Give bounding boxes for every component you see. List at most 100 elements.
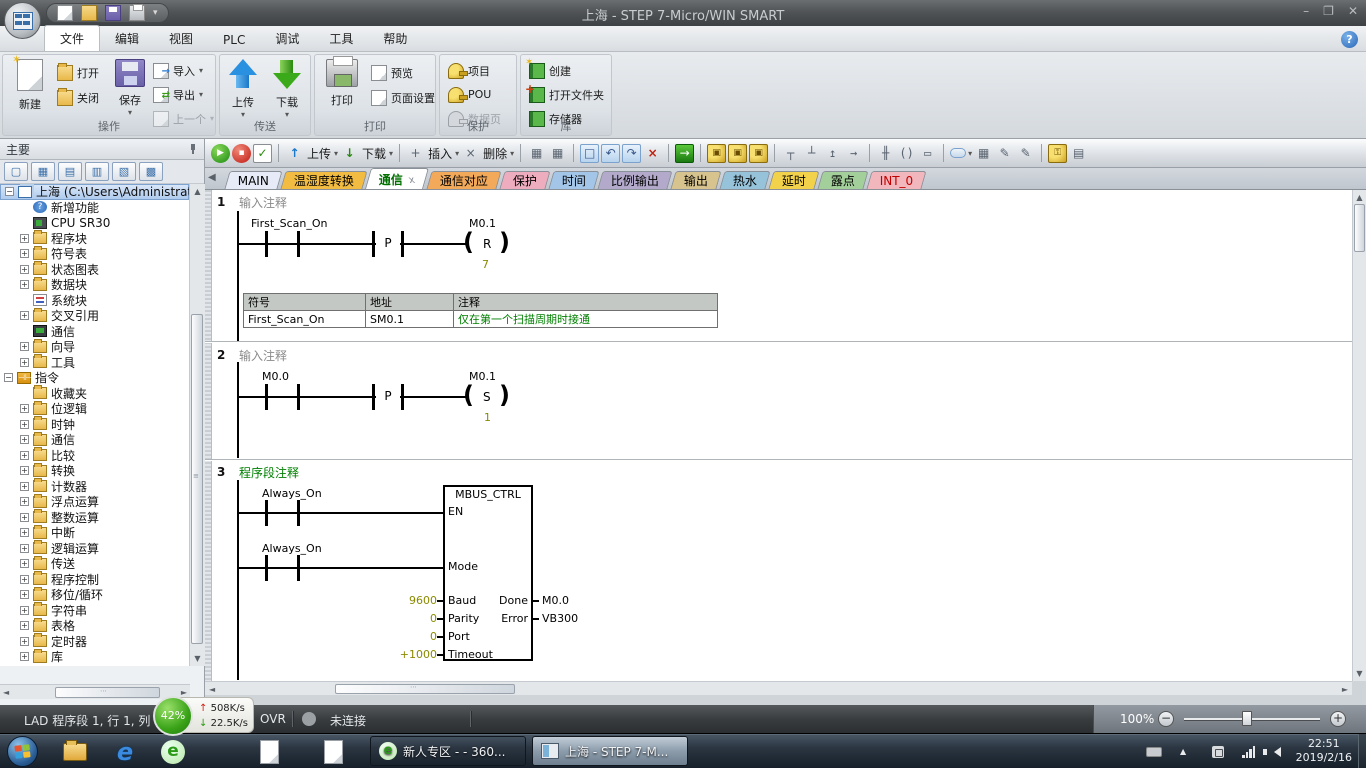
tree-item-label[interactable]: 转换 bbox=[51, 462, 75, 479]
restore-button[interactable]: ❐ bbox=[1323, 4, 1334, 18]
taskbar-window-step7[interactable]: 上海 - STEP 7-M... bbox=[532, 736, 688, 766]
tree-item-label[interactable]: 状态图表 bbox=[51, 261, 99, 278]
taskbar-clock[interactable]: 22:51 2019/2/16 bbox=[1296, 737, 1352, 765]
tree-item[interactable]: +比较 bbox=[0, 448, 189, 464]
symbol-cell[interactable]: First_Scan_On bbox=[244, 311, 366, 328]
program-status-off-icon[interactable]: ▦ bbox=[548, 144, 567, 163]
document-taskbar-icon[interactable] bbox=[320, 739, 346, 765]
expand-icon[interactable]: + bbox=[20, 280, 29, 289]
edit-comment-icon[interactable]: ✎ bbox=[995, 144, 1014, 163]
scroll-left-icon[interactable]: ◄ bbox=[3, 688, 9, 697]
edge-type[interactable]: P bbox=[376, 236, 400, 252]
data-block-view-icon[interactable]: ▥ bbox=[85, 162, 109, 181]
menu-tab-2[interactable]: 编辑 bbox=[100, 26, 154, 51]
app-menu-orb[interactable] bbox=[4, 2, 41, 39]
download-button-ribbon[interactable]: 下载 ▾ bbox=[264, 59, 310, 119]
editor-tab-时间[interactable]: 时间 bbox=[548, 171, 599, 189]
status-chart-view-icon[interactable]: ▤ bbox=[58, 162, 82, 181]
compile-icon[interactable]: ✓ bbox=[253, 144, 272, 163]
tray-network-icon[interactable] bbox=[1242, 734, 1255, 768]
tree-item[interactable]: + 转换 bbox=[0, 463, 189, 479]
save-icon[interactable] bbox=[105, 5, 121, 21]
editor-tab-通信对应[interactable]: 通信对应 bbox=[426, 171, 501, 189]
editor-vscroll-thumb[interactable] bbox=[1354, 204, 1365, 252]
expand-icon[interactable]: + bbox=[20, 528, 29, 537]
tree-item-label[interactable]: 符号表 bbox=[51, 245, 87, 262]
tree-item[interactable]: +位逻辑 bbox=[0, 401, 189, 417]
tree-item-label[interactable]: 表格 bbox=[51, 617, 75, 634]
tree-item[interactable]: 系统块 bbox=[0, 293, 189, 309]
customize-quick-access-icon[interactable]: ▾ bbox=[153, 8, 158, 18]
line-right-icon[interactable]: → bbox=[844, 144, 863, 163]
upload-icon[interactable]: ↑ bbox=[285, 144, 304, 163]
coil-operand[interactable]: 7 bbox=[482, 258, 489, 271]
import-button[interactable]: 导入▾ bbox=[153, 61, 203, 80]
upload-label[interactable]: 上传 bbox=[307, 145, 331, 162]
expand-icon[interactable]: + bbox=[20, 497, 29, 506]
editor-horizontal-scrollbar[interactable]: ◄ ► ⋯ bbox=[205, 681, 1352, 695]
library-open-folder-button[interactable]: 打开文件夹 bbox=[529, 85, 604, 104]
tree-item-label[interactable]: 指令 bbox=[35, 369, 59, 386]
library-create-button[interactable]: 创建 bbox=[529, 61, 571, 80]
expand-icon[interactable]: + bbox=[20, 234, 29, 243]
tree-item-label[interactable]: 数据块 bbox=[51, 276, 87, 293]
expand-icon[interactable]: + bbox=[20, 265, 29, 274]
address-cell[interactable]: SM0.1 bbox=[366, 311, 454, 328]
nav-forward-icon[interactable]: ↷ bbox=[622, 144, 641, 163]
expand-icon[interactable]: + bbox=[20, 544, 29, 553]
tree-vertical-scrollbar[interactable]: ▲ ▼ ≡ bbox=[190, 184, 205, 666]
zoom-slider-thumb[interactable] bbox=[1242, 711, 1252, 726]
coil-type[interactable]: R bbox=[483, 237, 491, 251]
tree-item-label[interactable]: 时钟 bbox=[51, 416, 75, 433]
expand-icon[interactable]: + bbox=[20, 466, 29, 475]
expand-icon[interactable]: + bbox=[20, 342, 29, 351]
protect-project-button[interactable]: 项目 bbox=[448, 61, 490, 80]
tree-item[interactable]: +符号表 bbox=[0, 246, 189, 262]
tree-item-label[interactable]: 程序块 bbox=[51, 230, 87, 247]
menu-tab-6[interactable]: 工具 bbox=[314, 26, 368, 51]
tree-item[interactable]: ?新增功能 bbox=[0, 200, 189, 216]
scroll-up-icon[interactable]: ▲ bbox=[1353, 193, 1366, 202]
menu-tab-1[interactable]: 文件 bbox=[44, 25, 100, 51]
new-button[interactable]: 新建 bbox=[7, 59, 53, 112]
expand-icon[interactable]: + bbox=[20, 420, 29, 429]
expand-icon[interactable]: + bbox=[20, 637, 29, 646]
explorer-taskbar-icon[interactable] bbox=[62, 739, 88, 765]
scroll-right-icon[interactable]: ► bbox=[181, 688, 187, 697]
expand-icon[interactable]: + bbox=[20, 435, 29, 444]
key-icon[interactable]: ⚿ bbox=[1048, 144, 1067, 163]
tree-item-label[interactable]: 交叉引用 bbox=[51, 307, 99, 324]
pin-icon[interactable] bbox=[188, 144, 198, 154]
scroll-down-icon[interactable]: ▼ bbox=[1353, 669, 1366, 678]
tree-item[interactable]: +中断 bbox=[0, 525, 189, 541]
editor-tab-露点[interactable]: 露点 bbox=[818, 171, 869, 189]
upload-menu-arrow-icon[interactable]: ▾ bbox=[334, 149, 338, 158]
tree-item[interactable]: +字符串 bbox=[0, 603, 189, 619]
minimize-button[interactable]: – bbox=[1303, 4, 1309, 18]
tree-item[interactable]: CPU SR30 bbox=[0, 215, 189, 231]
coil-icon[interactable]: () bbox=[897, 144, 916, 163]
tree-item-label[interactable]: 库 bbox=[51, 648, 63, 665]
document-taskbar-icon[interactable] bbox=[256, 739, 282, 765]
tree-item-label[interactable]: 计数器 bbox=[51, 478, 87, 495]
tray-volume-icon[interactable] bbox=[1274, 734, 1281, 768]
delete-menu-arrow-icon[interactable]: ▾ bbox=[510, 149, 514, 158]
window-item-icon[interactable]: □ bbox=[580, 144, 599, 163]
stop-icon[interactable]: ▪ bbox=[232, 144, 251, 163]
tree-item-label[interactable]: 通信 bbox=[51, 431, 75, 448]
properties-icon[interactable]: ▤ bbox=[1069, 144, 1088, 163]
editor-tab-比例输出[interactable]: 比例输出 bbox=[597, 171, 672, 189]
network-monitor-badge[interactable]: 42% bbox=[153, 696, 193, 736]
tree-item-label[interactable]: 字符串 bbox=[51, 602, 87, 619]
contact-label[interactable]: M0.0 bbox=[262, 370, 289, 383]
symbol-table-view-icon[interactable]: ▦ bbox=[31, 162, 55, 181]
tray-keyboard-icon[interactable] bbox=[1146, 734, 1162, 768]
menu-tab-7[interactable]: 帮助 bbox=[368, 26, 422, 51]
tree-item[interactable]: +库 bbox=[0, 649, 189, 665]
tree-item[interactable]: +向导 bbox=[0, 339, 189, 355]
branch-up-icon[interactable]: ┴ bbox=[802, 144, 821, 163]
scroll-up-icon[interactable]: ▲ bbox=[190, 187, 205, 196]
scroll-left-icon[interactable]: ◄ bbox=[209, 685, 215, 694]
edit-table-icon[interactable]: ✎ bbox=[1016, 144, 1035, 163]
scroll-right-icon[interactable]: ► bbox=[1342, 685, 1348, 694]
